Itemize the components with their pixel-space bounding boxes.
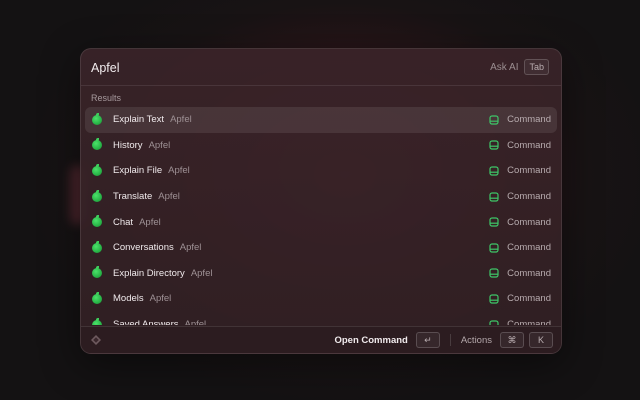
apple-icon — [92, 291, 102, 304]
command-icon — [489, 115, 499, 125]
result-subtitle: Apfel — [190, 267, 213, 279]
result-row[interactable]: Explain Text Apfel Command — [85, 107, 557, 133]
actions-button[interactable]: Actions — [461, 335, 492, 346]
result-accessory: Command — [489, 158, 551, 184]
result-subtitle: Apfel — [149, 293, 172, 305]
command-icon — [489, 243, 499, 253]
result-row[interactable]: Explain Directory Apfel Command — [85, 261, 557, 287]
apple-icon — [92, 163, 102, 176]
result-subtitle: Apfel — [148, 139, 171, 151]
result-subtitle: Apfel — [170, 114, 192, 126]
result-accessory: Command — [489, 184, 551, 210]
result-subtitle: Apfel — [179, 242, 202, 254]
search-input[interactable] — [91, 59, 391, 77]
command-icon — [489, 166, 499, 176]
command-icon — [489, 268, 499, 278]
result-type: Command — [507, 165, 551, 177]
result-type: Command — [507, 293, 551, 305]
result-type: Command — [507, 114, 551, 126]
result-type: Command — [507, 242, 551, 254]
result-row[interactable]: Models Apfel Command — [85, 286, 557, 312]
result-accessory: Command — [489, 133, 551, 159]
command-icon — [489, 294, 499, 304]
enter-key-hint: ↵ — [415, 332, 440, 348]
action-bar: Open Command ↵ Actions ⌘ K — [81, 326, 561, 353]
results-list[interactable]: Explain Text Apfel Command History Apfel Comm… — [85, 107, 557, 325]
result-type: Command — [507, 139, 551, 151]
result-row[interactable]: Saved Answers Apfel Command — [85, 312, 557, 325]
result-subtitle: Apfel — [139, 216, 161, 228]
footer-divider — [449, 334, 451, 346]
result-accessory: Command — [489, 107, 551, 133]
result-title: Conversations — [113, 242, 174, 254]
tab-key-hint: Tab — [524, 59, 549, 75]
ask-ai-label: Ask AI — [490, 61, 519, 73]
raycast-logo-icon[interactable] — [90, 334, 102, 346]
result-title: History — [113, 139, 143, 151]
result-accessory: Command — [489, 235, 551, 261]
result-title: Explain Directory — [113, 267, 185, 279]
result-accessory: Command — [489, 209, 551, 235]
result-title: Saved Answers — [113, 319, 179, 325]
apple-icon — [92, 317, 102, 325]
result-title: Chat — [113, 216, 134, 228]
result-row[interactable]: Chat Apfel Command — [85, 209, 557, 235]
search-bar: Ask AI Tab — [81, 49, 561, 86]
apple-icon — [92, 266, 102, 279]
command-icon — [489, 140, 499, 150]
apple-icon — [92, 138, 102, 151]
result-accessory: Command — [489, 312, 551, 325]
result-row[interactable]: Explain File Apfel Command — [85, 158, 557, 184]
result-type: Command — [507, 319, 551, 325]
command-icon — [489, 217, 499, 227]
result-row[interactable]: History Apfel Command — [85, 133, 557, 159]
apple-icon — [92, 215, 102, 228]
result-row[interactable]: Conversations Apfel Command — [85, 235, 557, 261]
cmd-key-hint: ⌘ — [500, 332, 524, 348]
result-title: Explain File — [113, 165, 163, 177]
open-command-button[interactable]: Open Command — [334, 335, 407, 346]
result-subtitle: Apfel — [158, 191, 180, 203]
apple-icon — [92, 112, 102, 125]
result-title: Models — [113, 293, 144, 305]
result-type: Command — [507, 216, 551, 228]
launcher-window: Ask AI Tab Results Explain Text Apfel Comm… — [80, 48, 562, 354]
results-section-title: Results — [91, 93, 122, 103]
apple-icon — [92, 189, 102, 202]
command-icon — [489, 319, 499, 325]
command-icon — [489, 191, 499, 202]
result-type: Command — [507, 191, 551, 203]
result-row[interactable]: Translate Apfel Command — [85, 184, 557, 210]
result-subtitle: Apfel — [184, 319, 207, 325]
result-type: Command — [507, 267, 551, 279]
result-subtitle: Apfel — [168, 165, 190, 177]
result-accessory: Command — [489, 286, 551, 312]
result-accessory: Command — [489, 261, 551, 287]
ask-ai-button[interactable]: Ask AI Tab — [490, 59, 549, 75]
result-title: Translate — [113, 191, 153, 203]
apple-icon — [92, 240, 102, 253]
k-key-hint: K — [529, 332, 553, 348]
result-title: Explain Text — [113, 114, 165, 126]
